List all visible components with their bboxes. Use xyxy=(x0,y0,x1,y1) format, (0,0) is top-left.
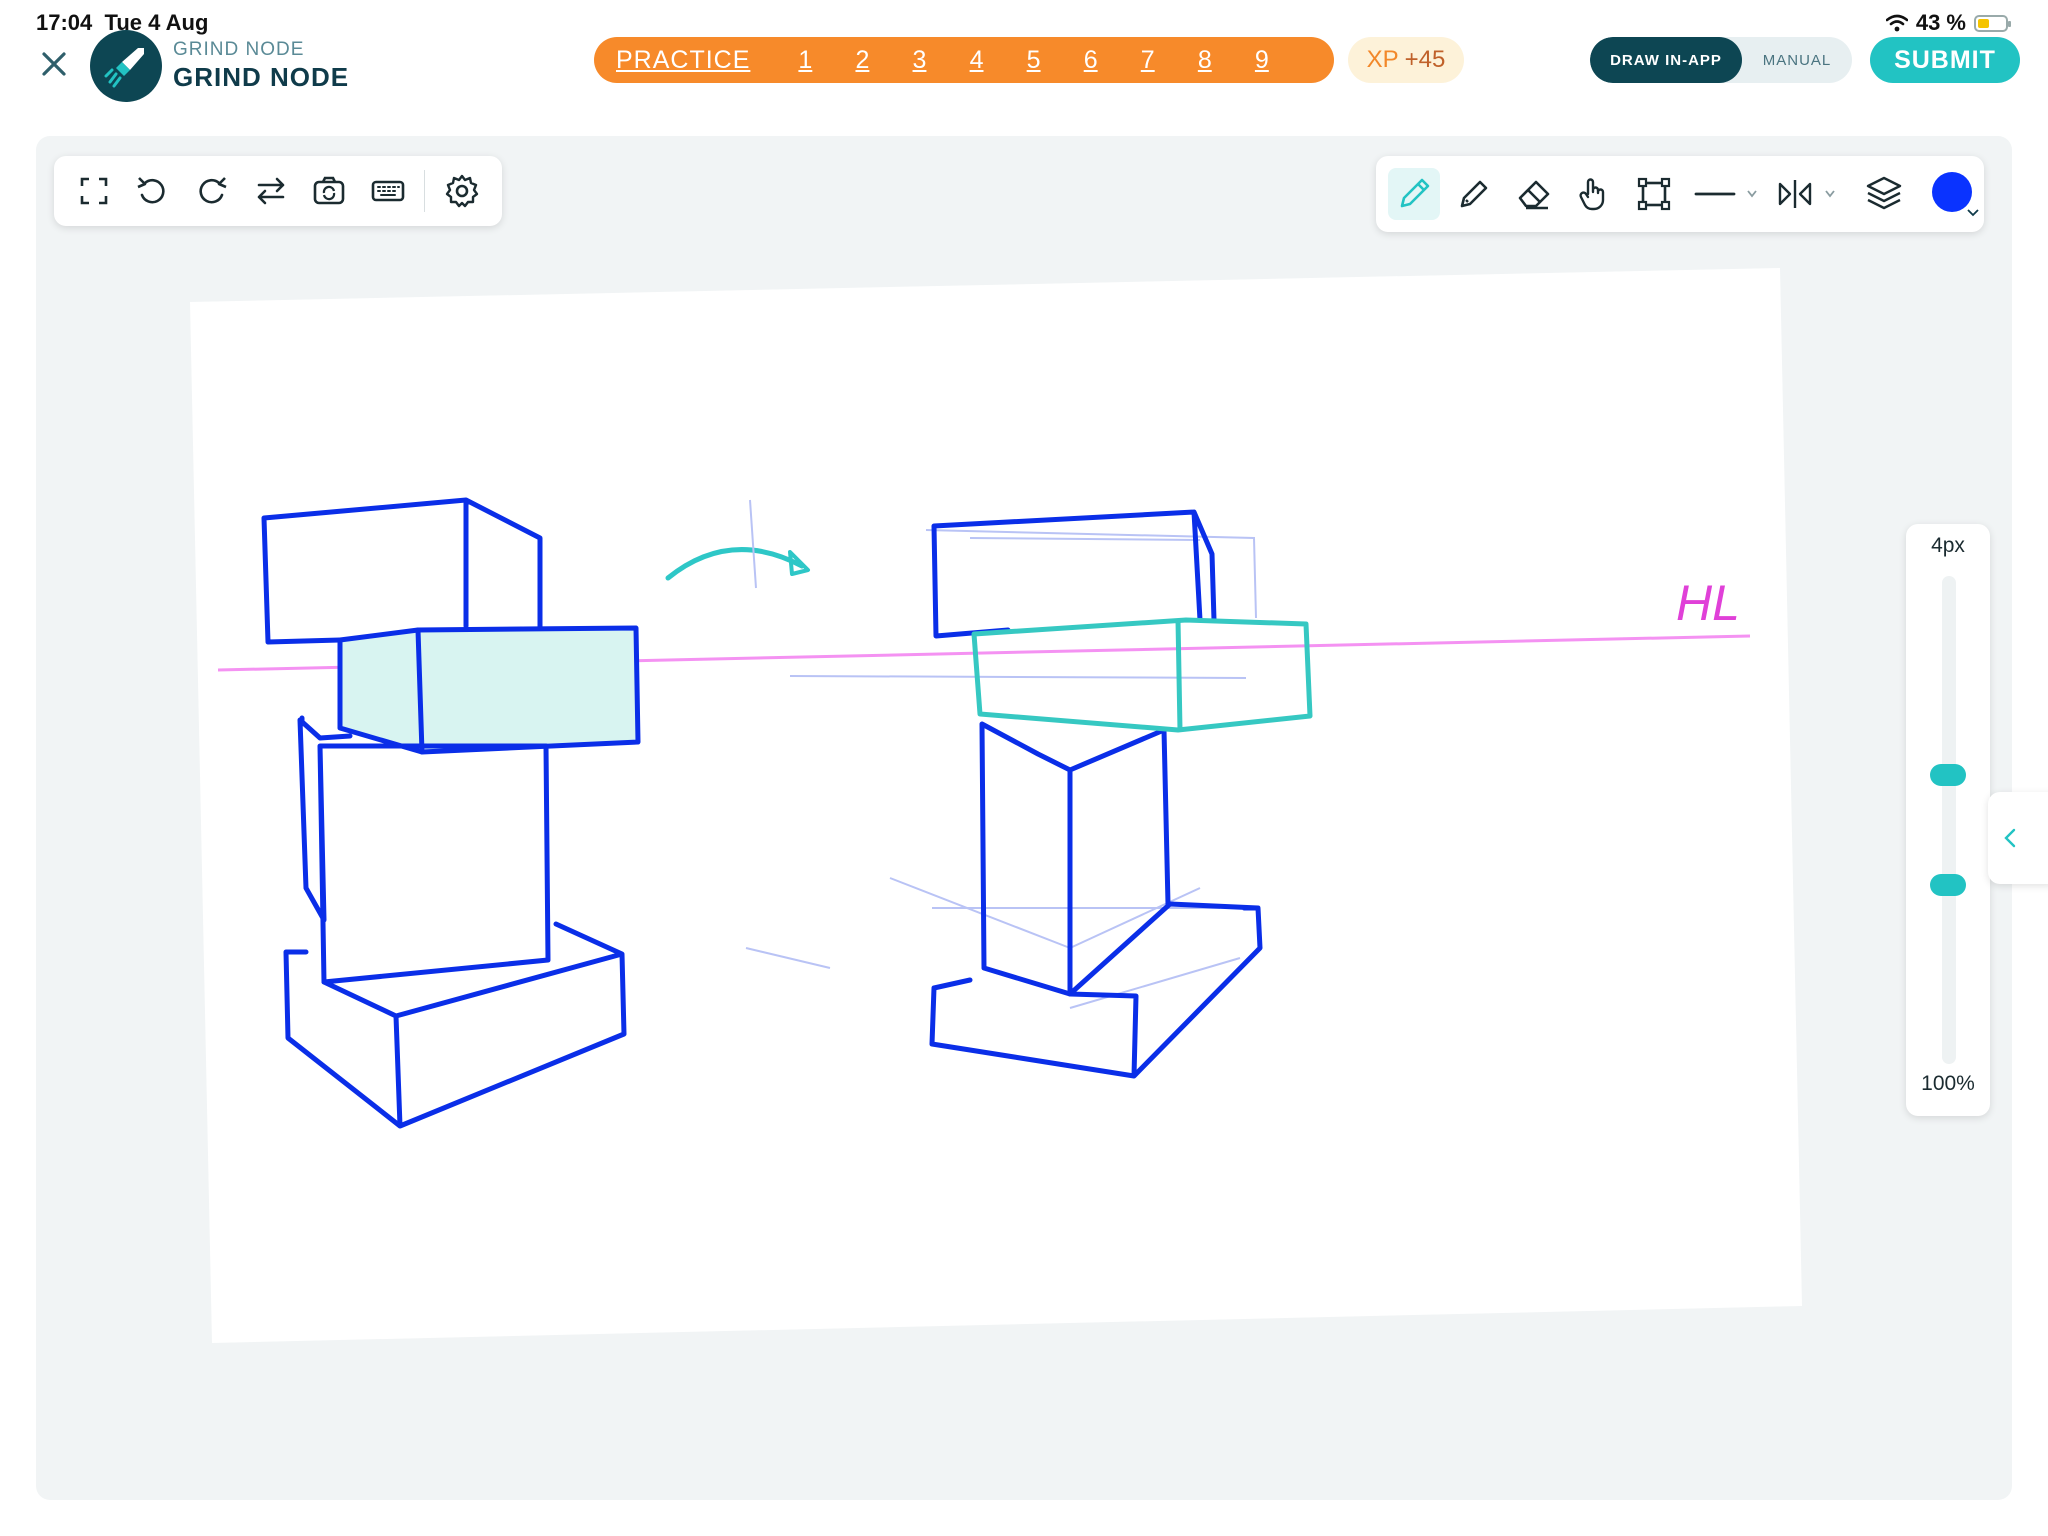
swap-icon[interactable] xyxy=(253,173,289,209)
pen-icon[interactable] xyxy=(1452,172,1496,216)
mirror-icon[interactable] xyxy=(1776,172,1846,216)
nav-step-6[interactable]: 6 xyxy=(1084,46,1141,75)
rocket-icon xyxy=(104,48,144,88)
camera-rotate-icon[interactable] xyxy=(311,173,347,209)
chevron-down-icon xyxy=(1747,190,1757,198)
nav-step-7[interactable]: 7 xyxy=(1141,46,1198,75)
battery-text: 43 % xyxy=(1915,10,1966,35)
brush-opacity-thumb[interactable] xyxy=(1930,874,1966,896)
xp-label: XP xyxy=(1366,46,1399,73)
nav-step-4[interactable]: 4 xyxy=(970,46,1027,75)
brush-size-label: 4px xyxy=(1931,534,1965,557)
brand-subtitle: GRIND NODE xyxy=(173,39,305,60)
submit-button[interactable]: SUBMIT xyxy=(1870,37,2020,83)
mode-manual[interactable]: MANUAL xyxy=(1742,37,1852,83)
undo-icon[interactable] xyxy=(134,173,170,209)
pencil-tool-button[interactable] xyxy=(1388,168,1440,220)
practice-nav: PRACTICE 123456789 xyxy=(594,37,1334,83)
fullscreen-icon[interactable] xyxy=(76,173,112,209)
keyboard-icon[interactable] xyxy=(370,173,406,209)
canvas-paper-sheet xyxy=(190,268,1802,1343)
horizon-label: HL xyxy=(1676,575,1740,631)
toolbar-divider xyxy=(424,170,425,212)
brush-size-thumb[interactable] xyxy=(1930,764,1966,786)
xp-value: +45 xyxy=(1404,46,1446,73)
side-panel-toggle[interactable] xyxy=(1988,792,2048,884)
wifi-icon xyxy=(1885,14,1908,32)
eraser-icon[interactable] xyxy=(1512,172,1556,216)
xp-badge: XP +45 xyxy=(1348,37,1464,83)
hand-icon[interactable] xyxy=(1572,172,1616,216)
redo-icon[interactable] xyxy=(194,173,230,209)
brand-title: GRIND NODE xyxy=(173,62,350,92)
brush-opacity-label: 100% xyxy=(1921,1072,1975,1095)
mode-draw-in-app[interactable]: DRAW IN-APP xyxy=(1590,37,1742,83)
canvas-toolbar xyxy=(54,156,502,226)
status-indicators: 43 % xyxy=(1885,10,2011,36)
color-picker-swatch[interactable] xyxy=(1932,172,1972,212)
battery-icon xyxy=(1974,14,2011,32)
line-icon[interactable] xyxy=(1692,172,1764,216)
nav-practice-link[interactable]: PRACTICE xyxy=(616,46,750,75)
crop-icon[interactable] xyxy=(1632,172,1676,216)
brush-slider-panel: 4px 100% xyxy=(1906,524,1990,1116)
drawing-canvas[interactable]: HL xyxy=(190,268,1802,1343)
nav-step-3[interactable]: 3 xyxy=(913,46,970,75)
nav-step-1[interactable]: 1 xyxy=(798,46,855,75)
nav-step-5[interactable]: 5 xyxy=(1027,46,1084,75)
chevron-left-icon xyxy=(2004,828,2016,848)
drawing-tools-toolbar xyxy=(1376,156,1984,232)
brand-logo xyxy=(90,30,162,102)
brush-slider-track[interactable] xyxy=(1942,576,1956,1064)
nav-step-9[interactable]: 9 xyxy=(1255,46,1312,75)
nav-step-8[interactable]: 8 xyxy=(1198,46,1255,75)
draw-mode-toggle: DRAW IN-APP MANUAL xyxy=(1590,37,1852,83)
layers-icon[interactable] xyxy=(1862,172,1906,216)
color-chevron-down-icon[interactable] xyxy=(1966,208,1980,218)
settings-icon[interactable] xyxy=(444,173,480,209)
close-icon[interactable] xyxy=(38,48,70,80)
pencil-icon xyxy=(1400,178,1430,208)
nav-step-2[interactable]: 2 xyxy=(855,46,912,75)
